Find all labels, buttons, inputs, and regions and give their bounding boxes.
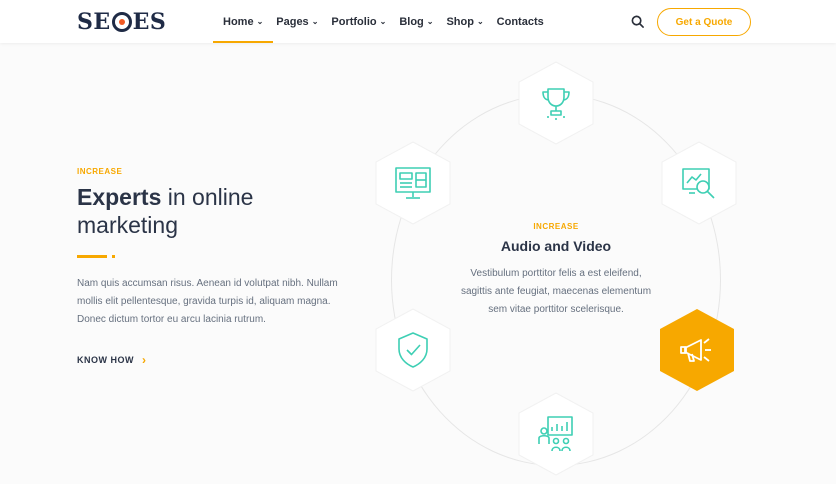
shield-check-icon bbox=[398, 332, 428, 368]
chevron-down-icon: ⌄ bbox=[476, 17, 484, 26]
analytics-search-icon bbox=[682, 168, 715, 199]
divider bbox=[77, 255, 107, 258]
feature-hex-trophy[interactable] bbox=[517, 60, 595, 146]
headline-bold: Experts bbox=[77, 184, 162, 210]
logo[interactable]: SE ES bbox=[77, 9, 166, 35]
feature-title: Audio and Video bbox=[500, 238, 612, 254]
nav-label: Contacts bbox=[496, 15, 544, 28]
chevron-right-icon: › bbox=[142, 353, 147, 367]
chevron-down-icon: ⌄ bbox=[426, 17, 434, 26]
nav-label: Blog bbox=[399, 15, 424, 28]
nav-label: Home bbox=[223, 15, 254, 28]
presentation-icon bbox=[538, 416, 573, 452]
nav-label: Shop bbox=[446, 15, 474, 28]
search-icon[interactable] bbox=[631, 15, 644, 28]
feature-hex-analytics[interactable] bbox=[660, 140, 738, 226]
feature-hex-presentation[interactable] bbox=[517, 391, 595, 477]
logo-text-left: SE bbox=[77, 9, 111, 35]
nav-item-contacts[interactable]: Contacts bbox=[497, 0, 544, 43]
rocket-logo-icon bbox=[111, 12, 132, 32]
trophy-icon bbox=[542, 88, 570, 120]
nav-item-blog[interactable]: Blog ⌄ bbox=[399, 0, 433, 43]
chevron-down-icon: ⌄ bbox=[311, 17, 319, 26]
nav-item-shop[interactable]: Shop ⌄ bbox=[446, 0, 483, 43]
feature-text: Vestibulum porttitor felis a est eleifen… bbox=[460, 268, 652, 315]
know-how-label: KNOW HOW bbox=[77, 355, 134, 365]
hero-eyebrow: INCREASE bbox=[77, 167, 123, 176]
nav-label: Pages bbox=[276, 15, 309, 28]
logo-text-right: ES bbox=[132, 9, 167, 35]
hero-body: Nam quis accumsan risus. Aenean id volut… bbox=[77, 278, 338, 325]
get-a-quote-button[interactable]: Get a Quote bbox=[657, 8, 751, 36]
chevron-down-icon: ⌄ bbox=[379, 17, 387, 26]
nav-item-home[interactable]: Home ⌄ bbox=[212, 0, 274, 43]
feature-hex-shield[interactable] bbox=[374, 307, 452, 393]
nav-label: Portfolio bbox=[331, 15, 377, 28]
feature-eyebrow: INCREASE bbox=[533, 222, 579, 231]
site-header: SE ES Home ⌄ Pages ⌄ Portfolio ⌄ Blog ⌄ … bbox=[0, 0, 836, 43]
nav-item-pages[interactable]: Pages ⌄ bbox=[276, 0, 318, 43]
feature-hex-dashboard[interactable] bbox=[374, 140, 452, 226]
chevron-down-icon: ⌄ bbox=[256, 17, 264, 26]
nav-item-portfolio[interactable]: Portfolio ⌄ bbox=[331, 0, 386, 43]
feature-hex-megaphone-active[interactable] bbox=[658, 307, 736, 393]
page: SE ES Home ⌄ Pages ⌄ Portfolio ⌄ Blog ⌄ … bbox=[0, 0, 836, 484]
megaphone-icon bbox=[680, 338, 711, 362]
know-how-link[interactable]: KNOW HOW › bbox=[77, 353, 147, 367]
dashboard-monitor-icon bbox=[395, 167, 431, 199]
hero-headline: Experts in online marketing bbox=[77, 183, 337, 239]
main-nav: Home ⌄ Pages ⌄ Portfolio ⌄ Blog ⌄ Shop ⌄… bbox=[212, 0, 557, 43]
divider-dot bbox=[112, 255, 115, 258]
